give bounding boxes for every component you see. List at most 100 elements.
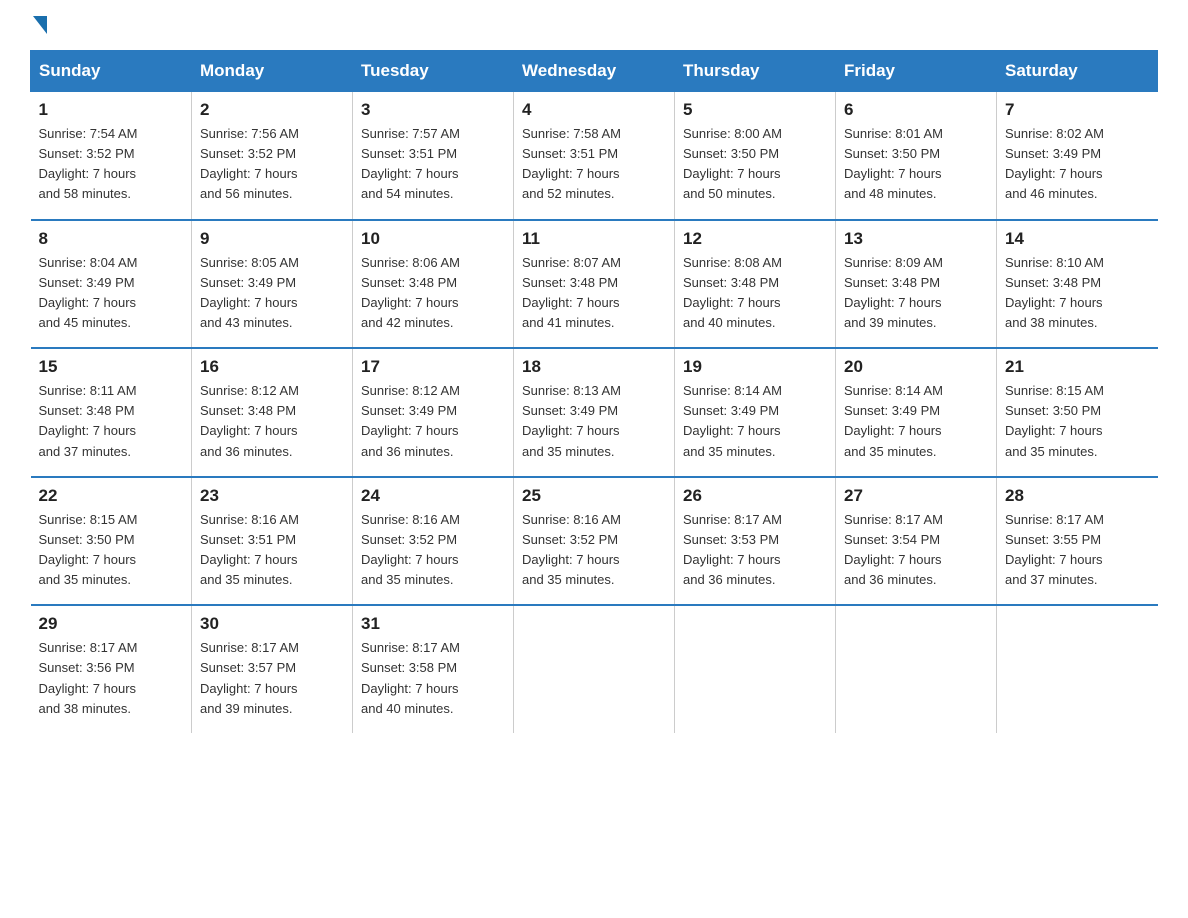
calendar-cell: 4 Sunrise: 7:58 AM Sunset: 3:51 PM Dayli… (514, 92, 675, 220)
calendar-cell (836, 605, 997, 733)
day-number: 20 (844, 357, 988, 377)
weekday-header-tuesday: Tuesday (353, 51, 514, 92)
day-number: 21 (1005, 357, 1150, 377)
day-number: 27 (844, 486, 988, 506)
day-number: 30 (200, 614, 344, 634)
calendar-cell: 1 Sunrise: 7:54 AM Sunset: 3:52 PM Dayli… (31, 92, 192, 220)
calendar-week-3: 15 Sunrise: 8:11 AM Sunset: 3:48 PM Dayl… (31, 348, 1158, 477)
day-info: Sunrise: 8:02 AM Sunset: 3:49 PM Dayligh… (1005, 124, 1150, 205)
day-number: 7 (1005, 100, 1150, 120)
calendar-cell: 2 Sunrise: 7:56 AM Sunset: 3:52 PM Dayli… (192, 92, 353, 220)
calendar-cell: 24 Sunrise: 8:16 AM Sunset: 3:52 PM Dayl… (353, 477, 514, 606)
calendar-cell: 3 Sunrise: 7:57 AM Sunset: 3:51 PM Dayli… (353, 92, 514, 220)
calendar-cell (514, 605, 675, 733)
calendar-cell: 18 Sunrise: 8:13 AM Sunset: 3:49 PM Dayl… (514, 348, 675, 477)
weekday-header-friday: Friday (836, 51, 997, 92)
calendar-cell (997, 605, 1158, 733)
weekday-header-monday: Monday (192, 51, 353, 92)
calendar-header: SundayMondayTuesdayWednesdayThursdayFrid… (31, 51, 1158, 92)
day-info: Sunrise: 8:10 AM Sunset: 3:48 PM Dayligh… (1005, 253, 1150, 334)
calendar-cell: 26 Sunrise: 8:17 AM Sunset: 3:53 PM Dayl… (675, 477, 836, 606)
day-info: Sunrise: 8:17 AM Sunset: 3:53 PM Dayligh… (683, 510, 827, 591)
calendar-cell: 17 Sunrise: 8:12 AM Sunset: 3:49 PM Dayl… (353, 348, 514, 477)
day-number: 5 (683, 100, 827, 120)
day-number: 31 (361, 614, 505, 634)
day-number: 14 (1005, 229, 1150, 249)
day-number: 4 (522, 100, 666, 120)
day-info: Sunrise: 8:17 AM Sunset: 3:57 PM Dayligh… (200, 638, 344, 719)
day-info: Sunrise: 8:04 AM Sunset: 3:49 PM Dayligh… (39, 253, 184, 334)
day-info: Sunrise: 8:16 AM Sunset: 3:52 PM Dayligh… (361, 510, 505, 591)
day-info: Sunrise: 8:05 AM Sunset: 3:49 PM Dayligh… (200, 253, 344, 334)
calendar-cell: 6 Sunrise: 8:01 AM Sunset: 3:50 PM Dayli… (836, 92, 997, 220)
calendar-cell (675, 605, 836, 733)
day-number: 15 (39, 357, 184, 377)
day-info: Sunrise: 8:11 AM Sunset: 3:48 PM Dayligh… (39, 381, 184, 462)
day-info: Sunrise: 8:15 AM Sunset: 3:50 PM Dayligh… (1005, 381, 1150, 462)
calendar-cell: 5 Sunrise: 8:00 AM Sunset: 3:50 PM Dayli… (675, 92, 836, 220)
day-number: 29 (39, 614, 184, 634)
day-number: 12 (683, 229, 827, 249)
logo (30, 20, 47, 30)
day-info: Sunrise: 7:58 AM Sunset: 3:51 PM Dayligh… (522, 124, 666, 205)
day-info: Sunrise: 8:17 AM Sunset: 3:58 PM Dayligh… (361, 638, 505, 719)
calendar-week-2: 8 Sunrise: 8:04 AM Sunset: 3:49 PM Dayli… (31, 220, 1158, 349)
calendar-cell: 7 Sunrise: 8:02 AM Sunset: 3:49 PM Dayli… (997, 92, 1158, 220)
calendar-cell: 23 Sunrise: 8:16 AM Sunset: 3:51 PM Dayl… (192, 477, 353, 606)
calendar-cell: 19 Sunrise: 8:14 AM Sunset: 3:49 PM Dayl… (675, 348, 836, 477)
day-info: Sunrise: 8:14 AM Sunset: 3:49 PM Dayligh… (844, 381, 988, 462)
calendar-cell: 25 Sunrise: 8:16 AM Sunset: 3:52 PM Dayl… (514, 477, 675, 606)
day-info: Sunrise: 8:15 AM Sunset: 3:50 PM Dayligh… (39, 510, 184, 591)
day-info: Sunrise: 8:12 AM Sunset: 3:48 PM Dayligh… (200, 381, 344, 462)
calendar-cell: 20 Sunrise: 8:14 AM Sunset: 3:49 PM Dayl… (836, 348, 997, 477)
day-number: 25 (522, 486, 666, 506)
calendar-cell: 29 Sunrise: 8:17 AM Sunset: 3:56 PM Dayl… (31, 605, 192, 733)
day-info: Sunrise: 8:07 AM Sunset: 3:48 PM Dayligh… (522, 253, 666, 334)
day-info: Sunrise: 8:14 AM Sunset: 3:49 PM Dayligh… (683, 381, 827, 462)
weekday-header-wednesday: Wednesday (514, 51, 675, 92)
page-header (30, 20, 1158, 30)
calendar-cell: 21 Sunrise: 8:15 AM Sunset: 3:50 PM Dayl… (997, 348, 1158, 477)
calendar-cell: 27 Sunrise: 8:17 AM Sunset: 3:54 PM Dayl… (836, 477, 997, 606)
day-info: Sunrise: 7:56 AM Sunset: 3:52 PM Dayligh… (200, 124, 344, 205)
day-number: 9 (200, 229, 344, 249)
day-info: Sunrise: 7:54 AM Sunset: 3:52 PM Dayligh… (39, 124, 184, 205)
day-number: 24 (361, 486, 505, 506)
calendar-cell: 30 Sunrise: 8:17 AM Sunset: 3:57 PM Dayl… (192, 605, 353, 733)
day-info: Sunrise: 8:01 AM Sunset: 3:50 PM Dayligh… (844, 124, 988, 205)
day-number: 3 (361, 100, 505, 120)
calendar-cell: 10 Sunrise: 8:06 AM Sunset: 3:48 PM Dayl… (353, 220, 514, 349)
calendar-cell: 11 Sunrise: 8:07 AM Sunset: 3:48 PM Dayl… (514, 220, 675, 349)
day-info: Sunrise: 8:16 AM Sunset: 3:51 PM Dayligh… (200, 510, 344, 591)
day-number: 10 (361, 229, 505, 249)
day-info: Sunrise: 8:17 AM Sunset: 3:55 PM Dayligh… (1005, 510, 1150, 591)
day-info: Sunrise: 8:17 AM Sunset: 3:54 PM Dayligh… (844, 510, 988, 591)
weekday-header-row: SundayMondayTuesdayWednesdayThursdayFrid… (31, 51, 1158, 92)
day-number: 17 (361, 357, 505, 377)
day-number: 28 (1005, 486, 1150, 506)
calendar-cell: 28 Sunrise: 8:17 AM Sunset: 3:55 PM Dayl… (997, 477, 1158, 606)
calendar-cell: 12 Sunrise: 8:08 AM Sunset: 3:48 PM Dayl… (675, 220, 836, 349)
calendar-cell: 31 Sunrise: 8:17 AM Sunset: 3:58 PM Dayl… (353, 605, 514, 733)
calendar-cell: 13 Sunrise: 8:09 AM Sunset: 3:48 PM Dayl… (836, 220, 997, 349)
day-number: 11 (522, 229, 666, 249)
calendar-week-5: 29 Sunrise: 8:17 AM Sunset: 3:56 PM Dayl… (31, 605, 1158, 733)
day-number: 1 (39, 100, 184, 120)
day-info: Sunrise: 8:16 AM Sunset: 3:52 PM Dayligh… (522, 510, 666, 591)
day-info: Sunrise: 8:00 AM Sunset: 3:50 PM Dayligh… (683, 124, 827, 205)
calendar-week-4: 22 Sunrise: 8:15 AM Sunset: 3:50 PM Dayl… (31, 477, 1158, 606)
day-info: Sunrise: 8:09 AM Sunset: 3:48 PM Dayligh… (844, 253, 988, 334)
logo-triangle-icon (33, 16, 47, 34)
calendar-cell: 8 Sunrise: 8:04 AM Sunset: 3:49 PM Dayli… (31, 220, 192, 349)
calendar-cell: 16 Sunrise: 8:12 AM Sunset: 3:48 PM Dayl… (192, 348, 353, 477)
weekday-header-saturday: Saturday (997, 51, 1158, 92)
calendar-cell: 9 Sunrise: 8:05 AM Sunset: 3:49 PM Dayli… (192, 220, 353, 349)
day-number: 23 (200, 486, 344, 506)
day-number: 16 (200, 357, 344, 377)
day-number: 26 (683, 486, 827, 506)
weekday-header-sunday: Sunday (31, 51, 192, 92)
calendar-cell: 14 Sunrise: 8:10 AM Sunset: 3:48 PM Dayl… (997, 220, 1158, 349)
day-number: 18 (522, 357, 666, 377)
calendar-table: SundayMondayTuesdayWednesdayThursdayFrid… (30, 50, 1158, 733)
calendar-cell: 22 Sunrise: 8:15 AM Sunset: 3:50 PM Dayl… (31, 477, 192, 606)
